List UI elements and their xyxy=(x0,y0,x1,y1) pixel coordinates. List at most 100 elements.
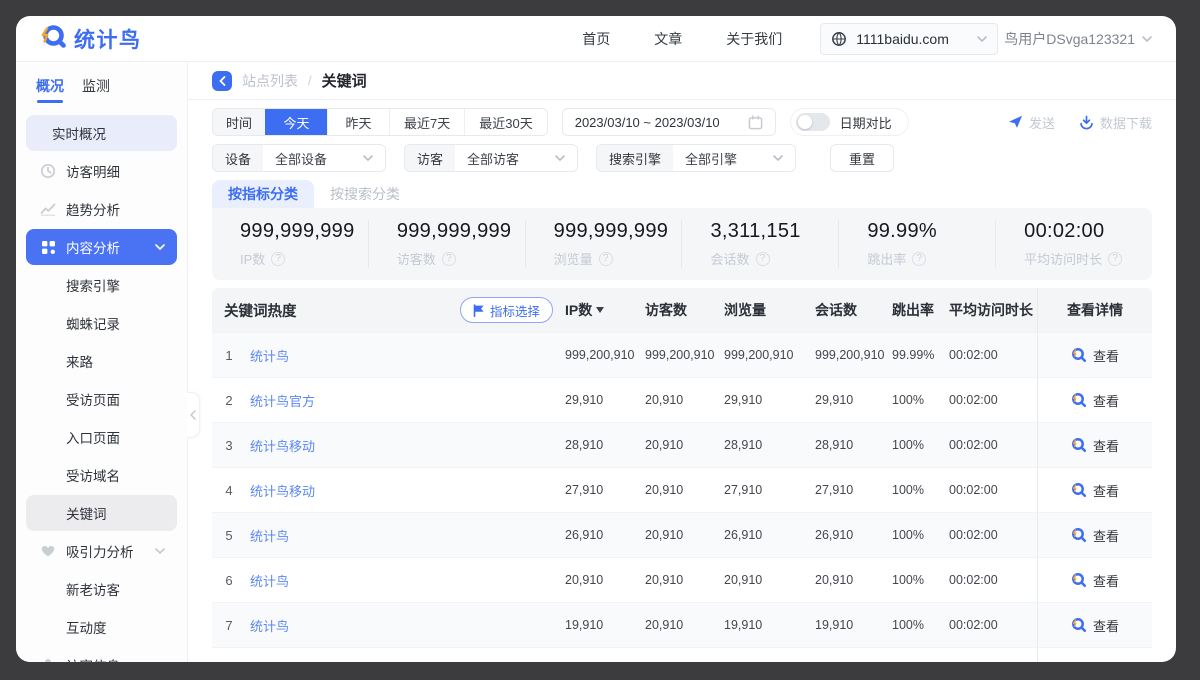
stat-label: 浏览量 xyxy=(554,249,593,268)
sidebar-item-keywords[interactable]: 关键词 xyxy=(26,495,177,531)
column-header-访客数[interactable]: 访客数 xyxy=(645,300,724,320)
brand-logo-icon xyxy=(40,23,66,54)
chevron-down-icon xyxy=(155,548,165,554)
help-icon[interactable]: ? xyxy=(756,252,770,266)
help-icon[interactable]: ? xyxy=(442,252,456,266)
help-icon[interactable]: ? xyxy=(912,252,926,266)
sidebar-item-realtime-overview[interactable]: 实时概况 xyxy=(26,115,177,151)
view-button[interactable]: 查看 xyxy=(1071,571,1119,590)
view-detail-cell: 查看 xyxy=(1037,468,1152,512)
sidebar-item-new-old-visitors[interactable]: 新老访客 xyxy=(26,571,177,607)
user-menu[interactable]: 鸟用户DSvga123321 xyxy=(1004,29,1152,49)
date-range-picker[interactable]: 2023/03/10 ~ 2023/03/10 xyxy=(562,108,776,136)
nav-link-2[interactable]: 关于我们 xyxy=(726,29,782,49)
table-title: 关键词热度 xyxy=(224,300,297,321)
filter-select-device[interactable]: 设备全部设备 xyxy=(212,144,386,172)
top-nav: 首页 文章 关于我们 xyxy=(538,29,782,49)
download-button[interactable]: 数据下载 xyxy=(1079,113,1152,132)
sidebar-item-visitor-info[interactable]: 访客信息 xyxy=(26,647,177,662)
sidebar-tab-overview[interactable]: 概况 xyxy=(36,76,64,103)
send-icon xyxy=(1008,115,1023,129)
filter-select-search-engine[interactable]: 搜索引擎全部引擎 xyxy=(596,144,796,172)
search-icon xyxy=(1071,437,1087,453)
tab-by-search[interactable]: 按搜索分类 xyxy=(314,180,416,208)
nav-link-0[interactable]: 首页 xyxy=(582,29,610,49)
view-button[interactable]: 查看 xyxy=(1071,661,1119,663)
filter-select-label: 设备 xyxy=(213,145,263,171)
stat-label-row: 浏览量? xyxy=(554,249,682,268)
column-header-IP数[interactable]: IP数 xyxy=(565,300,645,320)
keyword-link[interactable]: 统计鸟 xyxy=(246,661,565,663)
view-detail-cell: 查看 xyxy=(1037,333,1152,377)
reset-button[interactable]: 重置 xyxy=(830,144,894,172)
sidebar-item-trend-analysis[interactable]: 趋势分析 xyxy=(26,191,177,227)
sidebar-item-entry-pages[interactable]: 入口页面 xyxy=(26,419,177,455)
sidebar-item-visited-domains[interactable]: 受访域名 xyxy=(26,457,177,493)
classification-tabs: 按指标分类按搜索分类 xyxy=(188,180,1176,208)
chevron-left-icon xyxy=(190,410,196,420)
view-button[interactable]: 查看 xyxy=(1071,526,1119,545)
keyword-link[interactable]: 统计鸟 xyxy=(246,571,565,590)
date-compare-toggle[interactable] xyxy=(796,113,830,131)
stat-1: 999,999,999访客数? xyxy=(368,220,525,268)
time-option-昨天[interactable]: 昨天 xyxy=(327,109,389,135)
brand-logo[interactable]: 统计鸟 xyxy=(40,23,142,54)
breadcrumb-site-list[interactable]: 站点列表 xyxy=(242,71,298,91)
sidebar-tab-monitor[interactable]: 监测 xyxy=(82,76,110,103)
tab-by-metric[interactable]: 按指标分类 xyxy=(212,180,314,208)
selected-option: 全部设备 xyxy=(275,149,327,168)
time-option-最近7天[interactable]: 最近7天 xyxy=(389,109,464,135)
table-row: 4统计鸟移动27,91020,91027,91027,910100%00:02:… xyxy=(212,467,1152,512)
sidebar-item-spider-log[interactable]: 蜘蛛记录 xyxy=(26,305,177,341)
sidebar-item-visited-pages[interactable]: 受访页面 xyxy=(26,381,177,417)
stat-value: 999,999,999 xyxy=(397,220,525,243)
column-header-浏览量[interactable]: 浏览量 xyxy=(724,300,815,320)
keyword-link[interactable]: 统计鸟移动 xyxy=(246,481,565,500)
stat-label-row: IP数? xyxy=(240,249,368,268)
keyword-link[interactable]: 统计鸟 xyxy=(246,616,565,635)
view-button[interactable]: 查看 xyxy=(1071,616,1119,635)
help-icon[interactable]: ? xyxy=(271,252,285,266)
user-icon xyxy=(40,657,56,662)
sidebar-item-search-engine[interactable]: 搜索引擎 xyxy=(26,267,177,303)
download-label: 数据下载 xyxy=(1100,113,1152,132)
view-button[interactable]: 查看 xyxy=(1071,436,1119,455)
back-button[interactable] xyxy=(212,71,232,91)
keyword-link[interactable]: 统计鸟移动 xyxy=(246,436,565,455)
sidebar-item-referrer[interactable]: 来路 xyxy=(26,343,177,379)
cell-pageviews: 20,910 xyxy=(724,573,815,587)
cell-avg-duration: 00:02:00 xyxy=(949,573,1037,587)
filter-row-time: 时间 今天昨天最近7天最近30天 2023/03/10 ~ 2023/03/10… xyxy=(212,108,1152,136)
sidebar-collapse-handle[interactable] xyxy=(187,392,200,438)
help-icon[interactable]: ? xyxy=(599,252,613,266)
help-icon[interactable]: ? xyxy=(1108,252,1122,266)
sidebar-item-attraction-analysis[interactable]: 吸引力分析 xyxy=(26,533,177,569)
view-button[interactable]: 查看 xyxy=(1071,391,1119,410)
column-header-会话数[interactable]: 会话数 xyxy=(815,300,892,320)
grid-icon xyxy=(40,239,56,255)
column-header-平均访问时长[interactable]: 平均访问时长 xyxy=(949,300,1037,320)
site-selector[interactable]: 1111baidu.com xyxy=(820,23,998,55)
sidebar-item-engagement[interactable]: 互动度 xyxy=(26,609,177,645)
date-compare-label: 日期对比 xyxy=(840,113,892,132)
cell-visitors: 20,910 xyxy=(645,618,724,632)
send-button[interactable]: 发送 xyxy=(1008,113,1055,132)
time-option-今天[interactable]: 今天 xyxy=(265,109,327,135)
view-label: 查看 xyxy=(1093,616,1119,635)
sidebar-item-content-analysis[interactable]: 内容分析 xyxy=(26,229,177,265)
keyword-link[interactable]: 统计鸟官方 xyxy=(246,391,565,410)
filter-select-visitor[interactable]: 访客全部访客 xyxy=(404,144,578,172)
stat-label-row: 会话数? xyxy=(710,249,838,268)
nav-link-1[interactable]: 文章 xyxy=(654,29,682,49)
column-header-跳出率[interactable]: 跳出率 xyxy=(892,300,949,320)
keyword-link[interactable]: 统计鸟 xyxy=(246,346,565,365)
view-button[interactable]: 查看 xyxy=(1071,346,1119,365)
metric-select-button[interactable]: 指标选择 xyxy=(460,297,553,323)
selected-option: 全部引擎 xyxy=(685,149,737,168)
time-option-最近30天[interactable]: 最近30天 xyxy=(464,109,546,135)
cell-visitors: 20,910 xyxy=(645,528,724,542)
view-button[interactable]: 查看 xyxy=(1071,481,1119,500)
sidebar-item-visitor-detail[interactable]: 访客明细 xyxy=(26,153,177,189)
cell-avg-duration: 00:02:00 xyxy=(949,528,1037,542)
keyword-link[interactable]: 统计鸟 xyxy=(246,526,565,545)
